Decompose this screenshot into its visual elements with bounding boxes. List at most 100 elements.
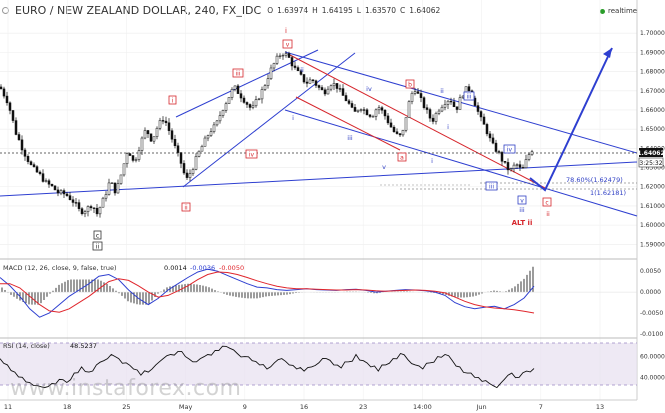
rsi-tick-label: 60.0000 bbox=[640, 354, 665, 361]
wave-label-i-blue-2: i bbox=[431, 157, 433, 165]
chart-canvas[interactable]: i v iii i iv ii b a c ii ALT ii ii i iii… bbox=[0, 0, 665, 413]
price-axis[interactable]: 1.70000 1.69000 1.68000 1.67000 1.66000 1.650… bbox=[640, 30, 665, 248]
candle-down bbox=[47, 180, 51, 185]
lower-descending-line[interactable] bbox=[284, 109, 638, 217]
candle-down bbox=[452, 101, 456, 107]
candle-up bbox=[116, 183, 120, 194]
candle-up bbox=[197, 150, 201, 157]
candle-up bbox=[155, 127, 159, 137]
macd-axis[interactable]: 0.0050 0.0000 -0.0050 -0.0100 bbox=[640, 268, 663, 338]
price-tick-label: 1.66000 bbox=[640, 107, 665, 114]
wave-label-ii-blue: ii bbox=[300, 66, 304, 74]
wave-label-c-red: c bbox=[545, 200, 548, 207]
wave-label-iii-blue-box: iii bbox=[466, 94, 471, 101]
wave-label-ii-red: ii bbox=[184, 205, 188, 212]
rsi-axis[interactable]: 60.0000 40.0000 bbox=[640, 354, 665, 382]
price-tick-label: 1.59000 bbox=[640, 241, 665, 248]
candle-down bbox=[242, 97, 246, 103]
candle-up bbox=[212, 124, 216, 132]
time-tick-label: 14:00 bbox=[413, 403, 432, 411]
candle-up bbox=[332, 83, 336, 87]
wave-label-iii-blue-low: iii bbox=[489, 184, 494, 191]
candle-down bbox=[149, 133, 153, 142]
candle-up bbox=[221, 110, 225, 116]
grid-lines bbox=[0, 32, 637, 245]
wave-label-b: b bbox=[408, 82, 412, 89]
candle-down bbox=[173, 138, 177, 146]
candle-down bbox=[77, 202, 81, 209]
candle-up bbox=[83, 211, 87, 215]
wave-label-ii-black: ii bbox=[96, 244, 100, 251]
candle-up bbox=[206, 135, 210, 139]
candle-up bbox=[404, 117, 408, 131]
wave-label-ii-red-below: ii bbox=[546, 210, 550, 218]
candle-down bbox=[431, 117, 435, 122]
wave-label-v-red: v bbox=[286, 42, 290, 49]
candle-down bbox=[479, 111, 483, 118]
candle-up bbox=[218, 115, 222, 122]
candle-up bbox=[278, 55, 282, 57]
candle-up bbox=[59, 190, 63, 194]
time-tick-label: 11 bbox=[4, 403, 12, 411]
candle-down bbox=[482, 116, 486, 125]
candle-up bbox=[203, 137, 207, 147]
candle-down bbox=[416, 91, 420, 94]
candle-down bbox=[353, 107, 357, 112]
candle-down bbox=[38, 171, 42, 174]
candle-up bbox=[119, 174, 123, 184]
wave-label-v-blue-box: v bbox=[520, 198, 524, 205]
time-tick-label: 9 bbox=[243, 403, 247, 411]
time-tick-label: 13 bbox=[596, 403, 604, 411]
candle-down bbox=[287, 53, 291, 58]
price-candles bbox=[0, 51, 534, 218]
candle-down bbox=[320, 87, 324, 91]
candle-up bbox=[125, 153, 129, 165]
candle-up bbox=[524, 159, 528, 169]
time-axis[interactable]: 11 18 25 May 9 16 23 14:00 Jun 7 13 bbox=[4, 403, 604, 411]
candle-up bbox=[209, 131, 213, 136]
candle-down bbox=[497, 151, 501, 153]
candle-up bbox=[530, 151, 534, 155]
candle-up bbox=[224, 103, 228, 111]
candle-down bbox=[305, 81, 309, 84]
candle-down bbox=[17, 134, 21, 141]
macd-title: MACD (12, 26, close, 9, false, true) bbox=[3, 264, 117, 272]
candle-up bbox=[446, 100, 450, 105]
candle-down bbox=[8, 102, 12, 111]
candle-up bbox=[260, 89, 264, 100]
wave-label-iv-blue-box: iv bbox=[507, 147, 513, 154]
candle-up bbox=[356, 109, 360, 112]
candle-up bbox=[410, 93, 414, 102]
candle-down bbox=[146, 130, 150, 135]
candle-up bbox=[107, 182, 111, 195]
lower-trendline[interactable] bbox=[0, 161, 638, 197]
candle-up bbox=[413, 91, 417, 94]
candle-down bbox=[485, 124, 489, 135]
macd-tick-label: 0.0050 bbox=[640, 268, 661, 275]
candle-down bbox=[92, 207, 96, 209]
candle-up bbox=[44, 180, 48, 182]
wave-label-v-blue: v bbox=[382, 163, 386, 171]
candle-down bbox=[56, 189, 60, 194]
candle-up bbox=[434, 113, 438, 122]
candle-up bbox=[194, 156, 198, 170]
red-channel-lower[interactable] bbox=[295, 96, 401, 151]
candle-up bbox=[284, 53, 288, 56]
candle-up bbox=[458, 97, 462, 110]
candle-up bbox=[140, 137, 144, 151]
candle-up bbox=[158, 120, 162, 129]
candle-up bbox=[122, 163, 126, 176]
candle-up bbox=[401, 129, 405, 136]
candle-down bbox=[365, 109, 369, 116]
candle-down bbox=[362, 109, 366, 111]
candle-down bbox=[386, 115, 390, 124]
countdown-badge-text: 3:25:32 bbox=[639, 160, 662, 167]
candle-down bbox=[350, 103, 354, 108]
wave-label-i-blue-3: i bbox=[447, 123, 449, 131]
candle-up bbox=[227, 97, 231, 104]
candle-down bbox=[494, 142, 498, 152]
candle-down bbox=[338, 88, 342, 90]
candle-up bbox=[527, 154, 531, 160]
wave-label-i-blue: i bbox=[292, 114, 294, 122]
candle-down bbox=[392, 126, 396, 132]
